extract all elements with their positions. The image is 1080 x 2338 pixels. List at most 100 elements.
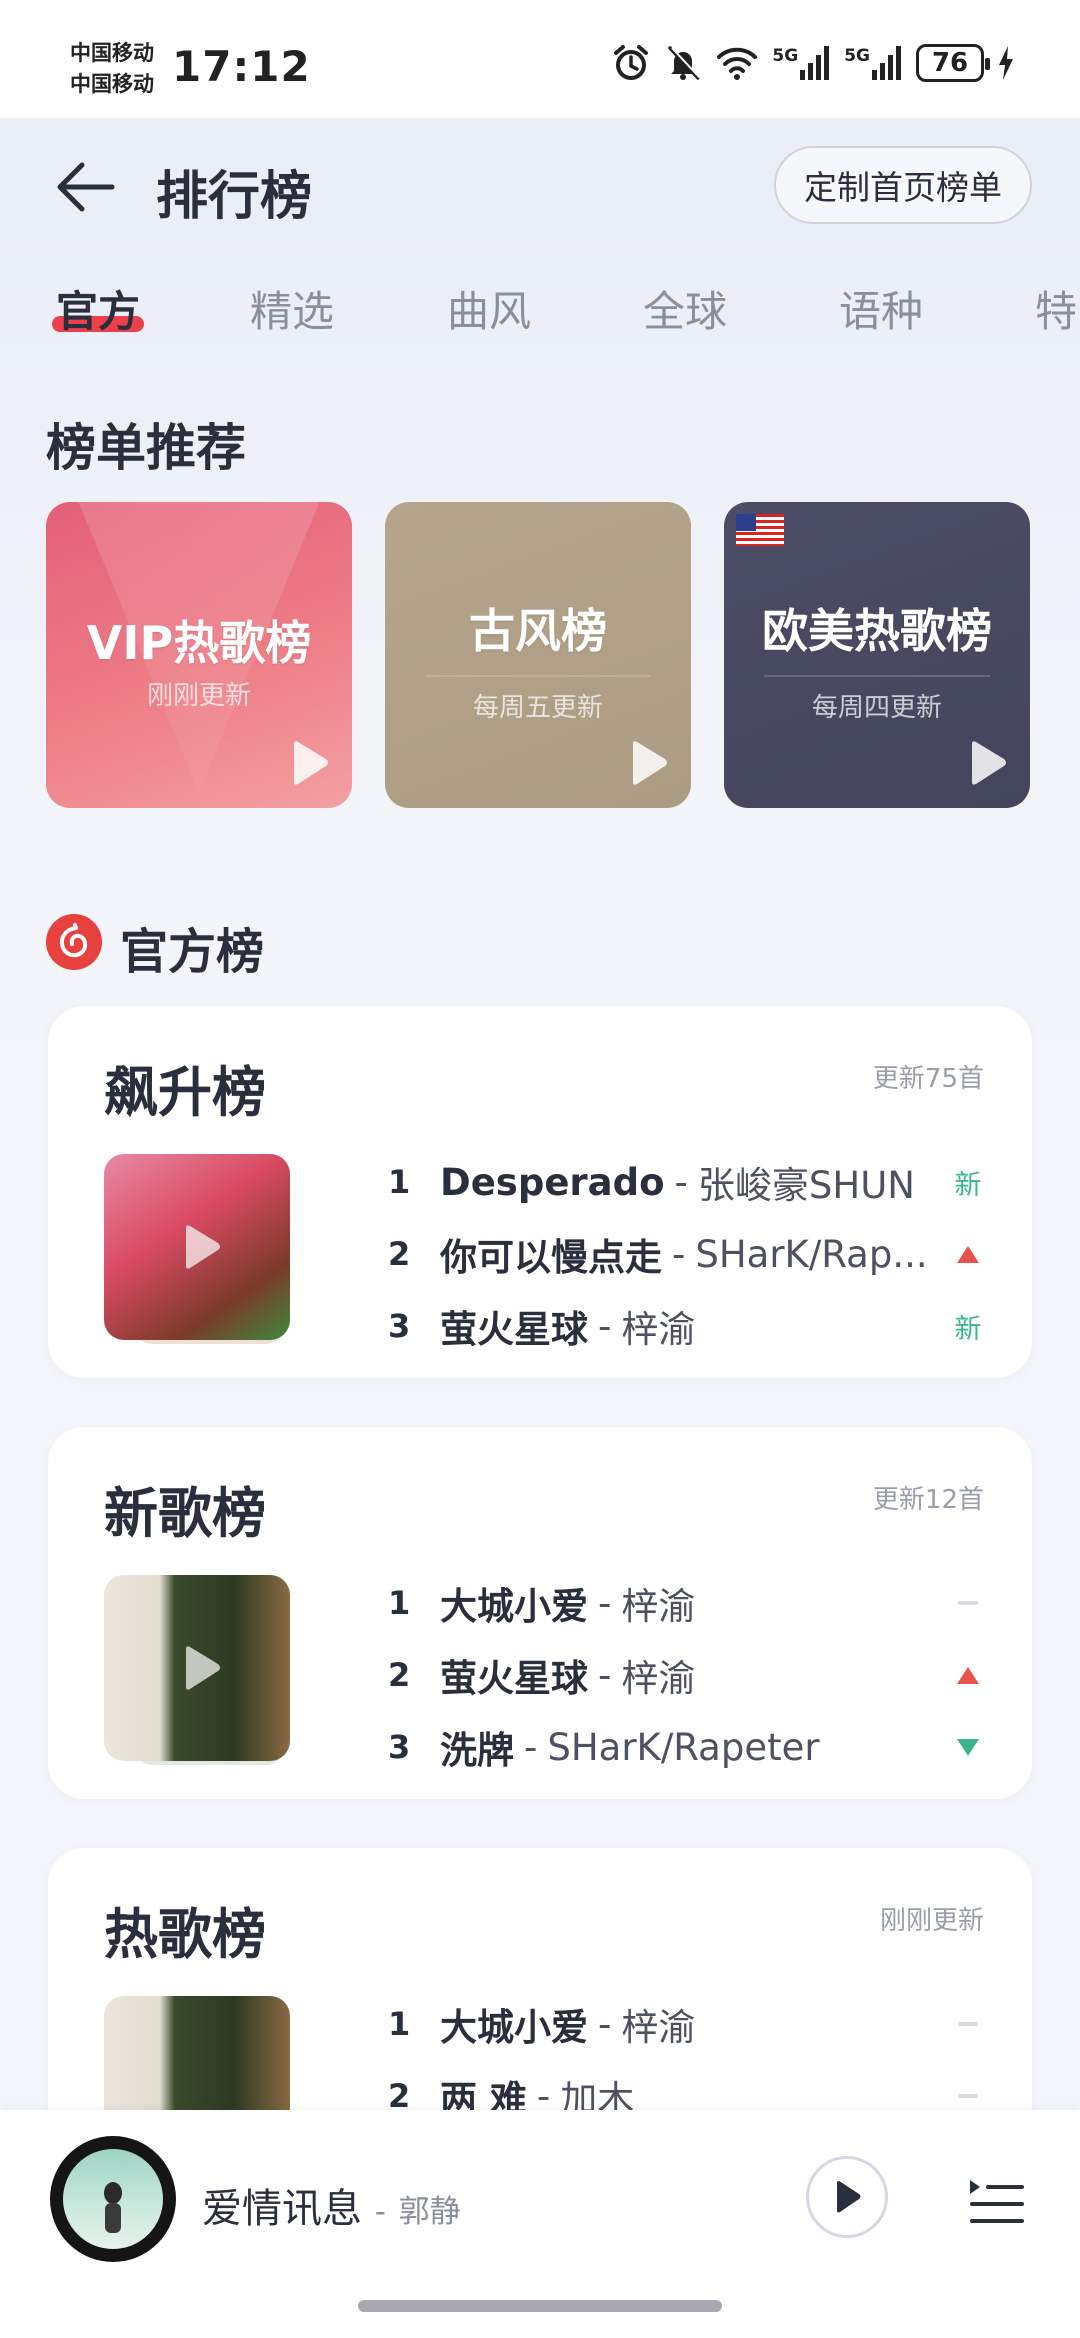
wifi-icon [716, 45, 758, 81]
play-icon[interactable] [627, 740, 667, 786]
rec-card-gufeng[interactable]: 古风榜 每周五更新 [385, 502, 691, 808]
net-label-1: 5G [772, 46, 799, 66]
recommend-section-title: 榜单推荐 [46, 419, 246, 477]
rec-card-western-hot[interactable]: 欧美热歌榜 每周四更新 [724, 502, 1030, 808]
trend-new-badge: 新 [954, 1169, 982, 1201]
track-title: 大城小爱 [440, 2006, 588, 2049]
rec-card-subtitle: 每周四更新 [811, 692, 942, 723]
track-row[interactable]: 2 萤火星球 - 梓渝 [388, 1647, 988, 1703]
track-row[interactable]: 3 洗牌 - SHarK/Rapeter [388, 1719, 988, 1775]
signal-icon: 5G [772, 46, 830, 80]
page-title: 排行榜 [156, 167, 313, 227]
play-pause-button[interactable] [806, 2156, 888, 2238]
track-title: 萤火星球 [440, 1308, 588, 1351]
track-rank: 2 [388, 1656, 411, 1694]
track-separator: - [598, 1581, 612, 1625]
tab-genre[interactable]: 曲风 [447, 278, 531, 339]
chart-title: 飙升榜 [104, 1061, 266, 1124]
rec-card-subtitle: 刚刚更新 [146, 680, 251, 711]
track-row[interactable]: 1 大城小爱 - 梓渝 [388, 1575, 988, 1631]
carrier-labels: 中国移动 中国移动 [70, 38, 154, 100]
now-playing-artist: 郭静 [398, 2194, 461, 2230]
tab-label: 精选 [250, 287, 335, 336]
chart-card-new-songs[interactable]: 新歌榜 更新12首 1 大城小爱 - 梓渝 2 萤火星球 - 梓渝 3 洗牌 -… [48, 1427, 1032, 1799]
chart-title: 热歌榜 [104, 1903, 266, 1966]
rec-card-vip-hot[interactable]: VIP热歌榜 刚刚更新 [46, 502, 352, 808]
track-row[interactable]: 2 你可以慢点走 - SHarK/Rap... [388, 1226, 988, 1282]
netease-logo-icon [46, 914, 102, 970]
track-separator: - [672, 1232, 686, 1276]
back-arrow-icon [57, 162, 115, 212]
chart-update-info: 刚刚更新 [879, 1906, 984, 1936]
play-icon[interactable] [966, 740, 1006, 786]
track-separator: - [524, 1725, 538, 1769]
trend-flat-icon [948, 1996, 988, 2052]
tab-featured[interactable]: 精选 [250, 278, 334, 339]
play-icon[interactable] [180, 1645, 220, 1691]
track-title: 你可以慢点走 [440, 1236, 662, 1279]
now-playing-cover [63, 2149, 163, 2249]
now-playing-title: 爱情讯息 [202, 2186, 362, 2232]
status-icons: 5G 5G 76 [612, 44, 1014, 82]
track-rank: 2 [388, 1235, 411, 1273]
net-label-2: 5G [844, 46, 870, 66]
now-playing-disc[interactable] [50, 2136, 176, 2262]
track-row[interactable]: 1 大城小爱 - 梓渝 [388, 1996, 988, 2052]
trend-flat-icon [948, 1575, 988, 1631]
track-title: 萤火星球 [440, 1657, 588, 1700]
track-separator: - [598, 1653, 612, 1697]
playlist-icon [970, 2180, 1024, 2223]
battery-icon: 76 [916, 44, 990, 82]
track-row[interactable]: 1 Desperado - 张峻豪SHUN [388, 1154, 988, 1210]
chart-card-rising[interactable]: 飙升榜 更新75首 1 Desperado - 张峻豪SHUN 新 2 你可以慢… [48, 1006, 1032, 1378]
play-icon[interactable] [288, 740, 328, 786]
alarm-icon [612, 44, 650, 82]
tab-label: 全球 [643, 287, 728, 336]
home-indicator[interactable] [358, 2300, 722, 2312]
now-playing-info[interactable]: 爱情讯息 - 郭静 [202, 2176, 461, 2234]
track-rank: 3 [388, 1728, 411, 1766]
track-artist: 梓渝 [621, 1585, 696, 1628]
chart-cover-stack[interactable] [104, 1154, 344, 1344]
track-rank: 1 [388, 2005, 411, 2043]
playlist-button[interactable] [966, 2176, 1026, 2226]
track-artist: SHarK/Rapeter [547, 1725, 820, 1769]
trend-up-icon [948, 1647, 988, 1703]
tab-label: 特 [1035, 287, 1078, 336]
play-icon [837, 2181, 861, 2213]
chart-update-info: 更新12首 [872, 1485, 984, 1515]
tab-label: 语种 [839, 287, 924, 336]
tab-global[interactable]: 全球 [643, 278, 727, 339]
track-title: 洗牌 [440, 1729, 514, 1772]
official-section-title: 官方榜 [120, 924, 265, 980]
us-flag-icon [736, 514, 784, 546]
chart-cover-stack[interactable] [104, 1575, 344, 1765]
trend-up-icon [948, 1226, 988, 1282]
divider [425, 674, 651, 677]
track-artist: SHarK/Rap... [695, 1232, 928, 1276]
signal-icon: 5G [844, 46, 902, 80]
chart-title: 新歌榜 [104, 1482, 266, 1545]
track-row[interactable]: 3 萤火星球 - 梓渝 [388, 1298, 988, 1354]
header: 排行榜 定制首页榜单 [0, 140, 1080, 232]
tab-official[interactable]: 官方 [56, 278, 140, 339]
rec-card-name: VIP热歌榜 [86, 615, 312, 670]
play-icon[interactable] [180, 1224, 220, 1270]
track-separator: - [674, 1160, 688, 1204]
back-button[interactable] [52, 154, 118, 220]
tab-special[interactable]: 特 [1035, 278, 1077, 339]
charging-icon [998, 46, 1014, 80]
track-separator: - [598, 1304, 612, 1348]
trend-down-icon [948, 1719, 988, 1775]
rec-card-name: 古风榜 [469, 603, 607, 658]
status-bar: 中国移动 中国移动 17:12 5G 5G 76 [0, 0, 1080, 118]
track-artist: 梓渝 [621, 1657, 696, 1700]
track-title: 大城小爱 [440, 1585, 588, 1628]
tab-label: 曲风 [447, 287, 532, 336]
carrier-2: 中国移动 [70, 72, 154, 96]
track-artist: 梓渝 [621, 1308, 696, 1351]
tab-language[interactable]: 语种 [839, 278, 923, 339]
status-time: 17:12 [172, 42, 311, 91]
mute-icon [664, 44, 702, 82]
customize-home-charts-button[interactable]: 定制首页榜单 [774, 146, 1032, 224]
